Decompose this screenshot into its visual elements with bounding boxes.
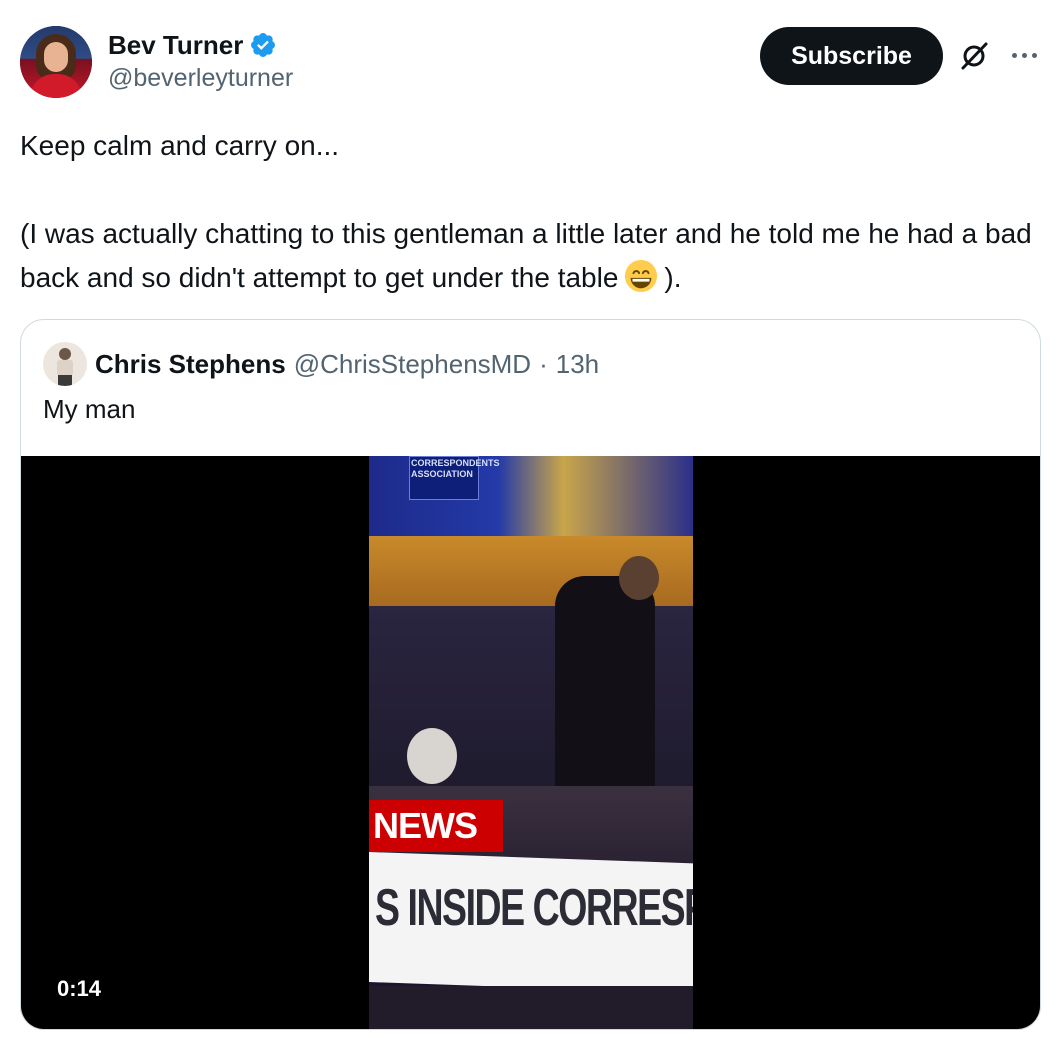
subscribe-button[interactable]: Subscribe bbox=[760, 27, 943, 85]
quoted-tweet-card[interactable]: Chris Stephens @ChrisStephensMD · 13h My… bbox=[20, 319, 1041, 1030]
video-bottom-area bbox=[369, 986, 693, 1029]
video-person-head bbox=[619, 556, 659, 600]
quoted-tweet-text: My man bbox=[43, 394, 136, 424]
quoted-tweet-time[interactable]: 13h bbox=[556, 349, 599, 380]
video-news-tag: NEWS bbox=[369, 800, 503, 852]
grinning-face-emoji-icon bbox=[625, 259, 658, 293]
avatar-legs bbox=[58, 375, 72, 386]
author-name-row: Bev Turner bbox=[108, 30, 277, 60]
author-avatar[interactable] bbox=[20, 26, 92, 98]
more-dot-icon bbox=[1011, 52, 1017, 58]
tweet-line-2: (I was actually chatting to this gentlem… bbox=[20, 212, 1040, 300]
tweet-header: Bev Turner @beverleyturner Subscribe bbox=[0, 0, 1062, 110]
author-display-name[interactable]: Bev Turner bbox=[108, 30, 243, 61]
quoted-author-name[interactable]: Chris Stephens bbox=[95, 349, 286, 380]
quoted-tweet-meta: Chris Stephens @ChrisStephensMD · 13h bbox=[95, 348, 599, 380]
meta-separator: · bbox=[539, 348, 548, 379]
grok-icon[interactable] bbox=[958, 40, 990, 72]
verified-badge-icon[interactable] bbox=[249, 31, 277, 59]
quoted-author-handle[interactable]: @ChrisStephensMD bbox=[294, 349, 531, 380]
video-chyron-text: S INSIDE CORRESPON bbox=[375, 879, 693, 937]
avatar-head bbox=[59, 348, 71, 360]
video-banner-text: CORRESPONDENTS ASSOCIATION bbox=[411, 458, 500, 479]
more-icon[interactable] bbox=[1006, 44, 1042, 66]
tweet-line-2-text: (I was actually chatting to this gentlem… bbox=[20, 218, 1032, 293]
more-dot-icon bbox=[1031, 52, 1037, 58]
tweet-body: Keep calm and carry on... (I was actuall… bbox=[20, 124, 1040, 300]
video-frame: CORRESPONDENTS ASSOCIATION NEWS S INSIDE… bbox=[369, 456, 693, 1029]
more-dot-icon bbox=[1021, 52, 1027, 58]
tweet-line-1: Keep calm and carry on... bbox=[20, 130, 340, 161]
quoted-author-avatar[interactable] bbox=[43, 342, 87, 386]
tweet-line-2-end: ). bbox=[664, 262, 682, 293]
video-player[interactable]: CORRESPONDENTS ASSOCIATION NEWS S INSIDE… bbox=[21, 456, 1040, 1029]
avatar-torso bbox=[57, 360, 73, 376]
video-seated-person bbox=[407, 728, 457, 784]
author-handle[interactable]: @beverleyturner bbox=[108, 64, 293, 93]
video-duration-badge: 0:14 bbox=[43, 969, 116, 1009]
avatar-face bbox=[44, 42, 68, 72]
